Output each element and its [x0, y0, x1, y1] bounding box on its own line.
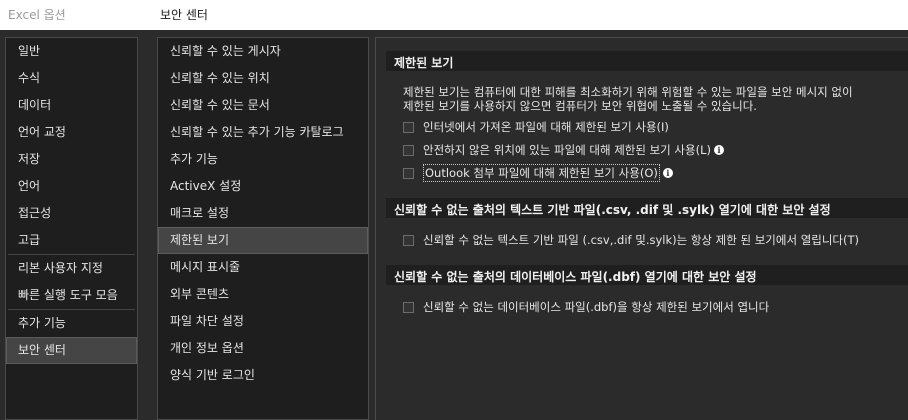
option-text-files[interactable]: 신뢰할 수 없는 텍스트 기반 파일 (.csv,.dif 및.sylk)는 항…	[403, 231, 859, 249]
option-internet-files[interactable]: 인터넷에서 가져온 파일에 대해 제한된 보기 사용(I)	[403, 118, 669, 136]
option-internet-files-label: 인터넷에서 가져온 파일에 대해 제한된 보기 사용(I)	[423, 120, 669, 134]
protected-view-panel: 제한된 보기 제한된 보기는 컴퓨터에 대한 피해를 최소화하기 위해 위험할 …	[375, 37, 908, 420]
nav-add-ins[interactable]: 추가 기능	[158, 146, 368, 173]
nav-message-bar[interactable]: 메시지 표시줄	[158, 254, 368, 281]
nav-activex-settings[interactable]: ActiveX 설정	[158, 173, 368, 200]
category-trust-center[interactable]: 보안 센터	[6, 337, 137, 364]
trust-center-nav: 신뢰할 수 있는 게시자 신뢰할 수 있는 위치 신뢰할 수 있는 문서 신뢰할…	[157, 37, 369, 420]
category-quick-access-toolbar[interactable]: 빠른 실행 도구 모음	[6, 282, 137, 309]
option-outlook-attachments-label: Outlook 첨부 파일에 대해 제한된 보기 사용(O)	[423, 164, 660, 182]
nav-macro-settings[interactable]: 매크로 설정	[158, 200, 368, 227]
nav-file-block-settings[interactable]: 파일 차단 설정	[158, 308, 368, 335]
checkbox-internet-files[interactable]	[403, 121, 414, 133]
category-customize-ribbon[interactable]: 리본 사용자 지정	[6, 255, 137, 282]
nav-trusted-addin-catalogs[interactable]: 신뢰할 수 있는 추가 기능 카탈로그	[158, 119, 368, 146]
category-add-ins[interactable]: 추가 기능	[6, 310, 137, 337]
nav-form-based-signin[interactable]: 양식 기반 로그인	[158, 362, 368, 389]
option-dbf-files[interactable]: 신뢰할 수 없는 데이터베이스 파일(.dbf)을 항상 제한된 보기에서 엽니…	[403, 298, 769, 316]
option-dbf-files-label: 신뢰할 수 없는 데이터베이스 파일(.dbf)을 항상 제한된 보기에서 엽니…	[423, 300, 770, 314]
info-icon[interactable]: i	[662, 168, 673, 178]
category-language[interactable]: 언어	[6, 173, 137, 200]
nav-trusted-documents[interactable]: 신뢰할 수 있는 문서	[158, 92, 368, 119]
nav-protected-view[interactable]: 제한된 보기	[158, 227, 368, 254]
info-icon[interactable]: i	[713, 145, 724, 155]
protected-view-header: 제한된 보기	[386, 51, 908, 71]
category-save[interactable]: 저장	[6, 146, 137, 173]
category-advanced[interactable]: 고급	[6, 227, 137, 254]
checkbox-dbf-files[interactable]	[403, 301, 414, 313]
option-text-files-label: 신뢰할 수 없는 텍스트 기반 파일 (.csv,.dif 및.sylk)는 항…	[423, 233, 860, 247]
category-formulas[interactable]: 수식	[6, 65, 137, 92]
nav-privacy-options[interactable]: 개인 정보 옵션	[158, 335, 368, 362]
category-general[interactable]: 일반	[6, 38, 137, 65]
checkbox-text-files[interactable]	[403, 234, 414, 246]
option-outlook-attachments[interactable]: Outlook 첨부 파일에 대해 제한된 보기 사용(O) i	[403, 164, 673, 182]
text-files-header: 신뢰할 수 없는 출처의 텍스트 기반 파일(.csv, .dif 및 .syl…	[386, 198, 908, 218]
option-unsafe-locations-label: 안전하지 않은 위치에 있는 파일에 대해 제한된 보기 사용(L)	[423, 143, 711, 157]
category-data[interactable]: 데이터	[6, 92, 137, 119]
options-window-title: Excel 옵션	[0, 0, 150, 30]
trust-center-title: 보안 센터	[150, 0, 908, 30]
nav-trusted-publishers[interactable]: 신뢰할 수 있는 게시자	[158, 38, 368, 65]
nav-trusted-locations[interactable]: 신뢰할 수 있는 위치	[158, 65, 368, 92]
protected-view-description-1: 제한된 보기는 컴퓨터에 대한 피해를 최소화하기 위해 위험할 수 있는 파일…	[403, 85, 853, 99]
dbf-files-header: 신뢰할 수 없는 출처의 데이터베이스 파일(.dbf) 열기에 대한 보안 설…	[386, 265, 908, 285]
checkbox-outlook-attachments[interactable]	[403, 167, 414, 179]
option-unsafe-locations[interactable]: 안전하지 않은 위치에 있는 파일에 대해 제한된 보기 사용(L) i	[403, 141, 724, 159]
category-accessibility[interactable]: 접근성	[6, 200, 137, 227]
protected-view-description-2: 제한된 보기를 사용하지 않으면 컴퓨터가 보안 위협에 노출될 수 있습니다.	[403, 99, 757, 113]
nav-external-content[interactable]: 외부 콘텐츠	[158, 281, 368, 308]
options-category-list: 일반 수식 데이터 언어 교정 저장 언어 접근성 고급 리본 사용자 지정 빠…	[5, 37, 138, 420]
category-proofing[interactable]: 언어 교정	[6, 119, 137, 146]
checkbox-unsafe-locations[interactable]	[403, 144, 414, 156]
